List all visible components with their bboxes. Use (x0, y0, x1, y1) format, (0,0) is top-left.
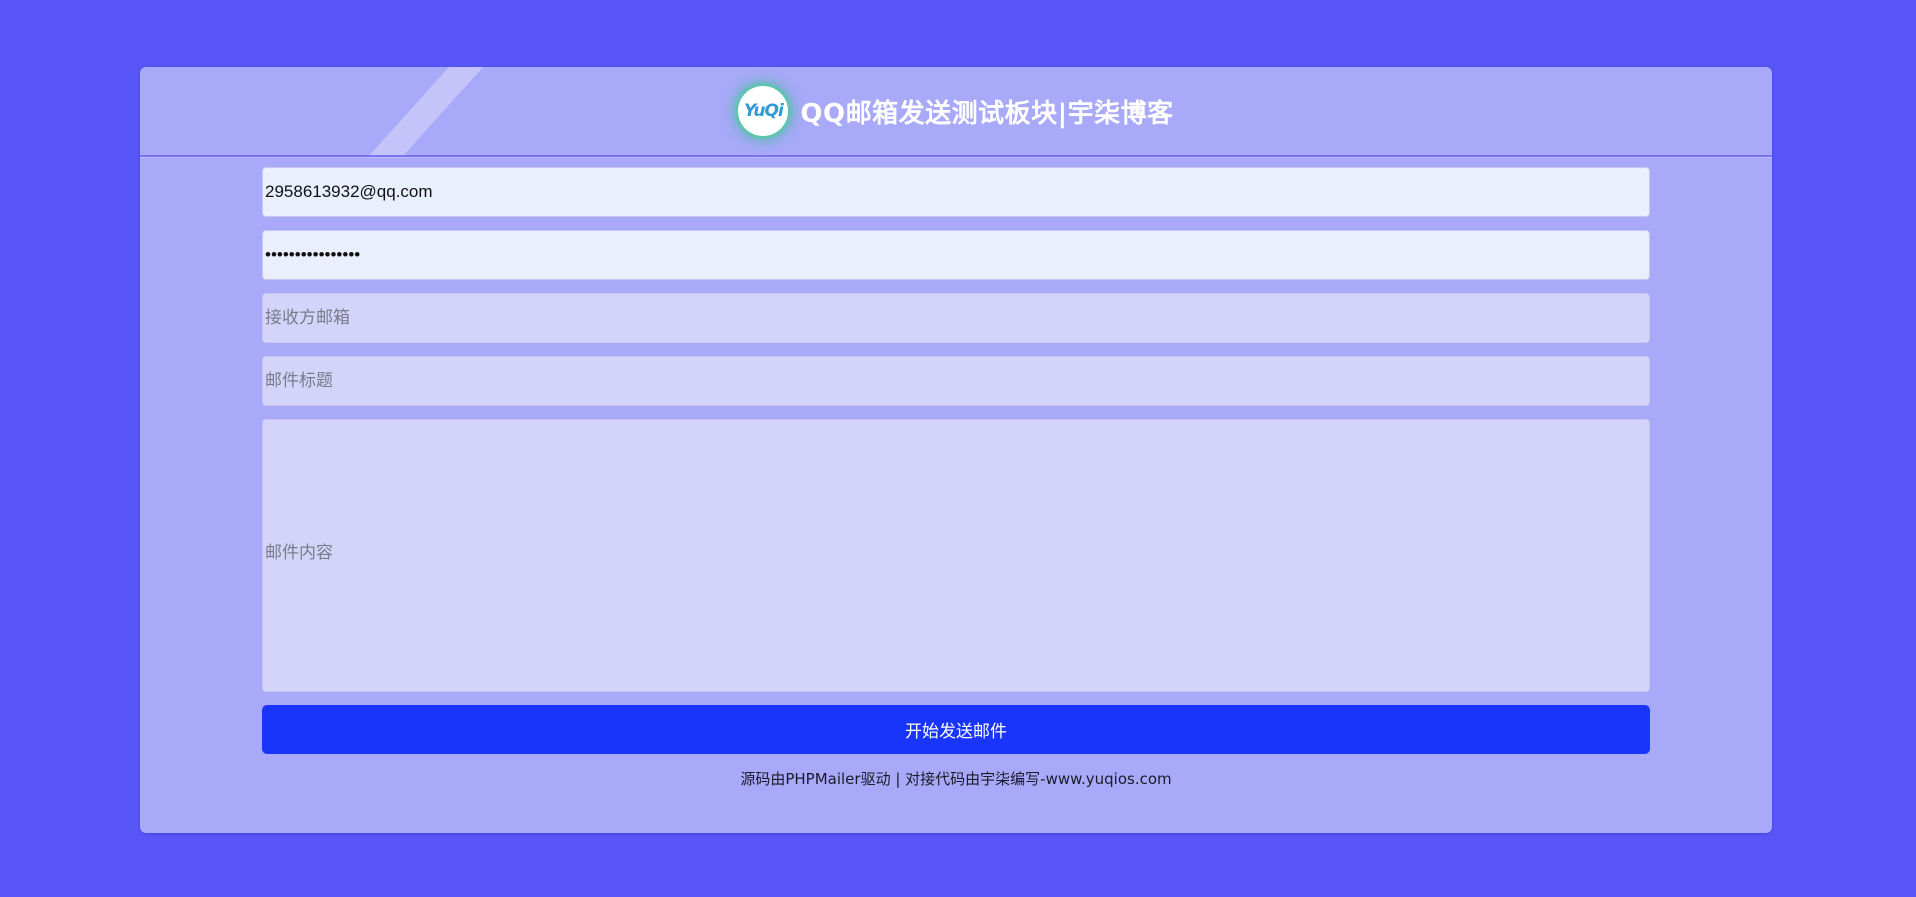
mail-subject-input[interactable] (262, 356, 1650, 406)
recipient-email-input[interactable] (262, 293, 1650, 343)
card-header: YuQi QQ邮箱发送测试板块|宇柒博客 (140, 67, 1772, 157)
auth-code-password-input[interactable] (262, 230, 1650, 280)
logo-text: YuQi (743, 101, 784, 121)
brand: YuQi QQ邮箱发送测试板块|宇柒博客 (140, 67, 1772, 155)
send-mail-button[interactable]: 开始发送邮件 (262, 705, 1650, 754)
mail-form: 开始发送邮件 源码由PHPMailer驱动 | 对接代码由宇柒编写-www.yu… (262, 167, 1650, 789)
mail-form-card: YuQi QQ邮箱发送测试板块|宇柒博客 开始发送邮件 源码由PHPMailer… (140, 67, 1772, 833)
sender-email-input[interactable] (262, 167, 1650, 217)
mail-content-textarea[interactable] (262, 419, 1650, 692)
page-title: QQ邮箱发送测试板块|宇柒博客 (800, 98, 1174, 129)
footer-credit: 源码由PHPMailer驱动 | 对接代码由宇柒编写-www.yuqios.co… (740, 770, 1172, 788)
yuqi-logo-icon: YuQi (738, 86, 789, 136)
